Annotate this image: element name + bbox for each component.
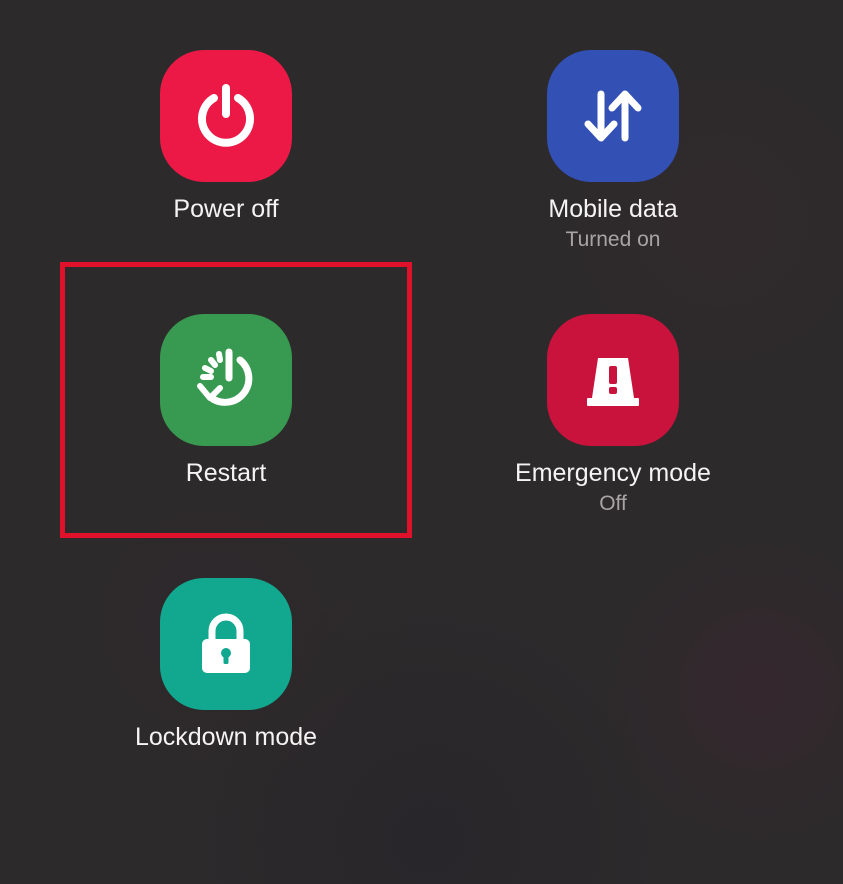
emergency-light-icon xyxy=(587,358,639,406)
lock-icon xyxy=(202,613,250,673)
emergency-mode-status: Off xyxy=(599,492,627,515)
restart-button[interactable] xyxy=(160,314,292,446)
emergency-mode-button[interactable] xyxy=(547,314,679,446)
power-icon xyxy=(198,84,254,147)
emergency-mode-option[interactable]: Emergency mode Off xyxy=(483,314,743,516)
mobile-data-status: Turned on xyxy=(565,228,661,251)
power-off-label: Power off xyxy=(173,195,279,223)
restart-icon xyxy=(197,348,253,406)
restart-option[interactable]: Restart xyxy=(96,314,356,488)
restart-label: Restart xyxy=(185,459,267,487)
lockdown-mode-option[interactable]: Lockdown mode xyxy=(96,578,356,752)
power-off-button[interactable] xyxy=(160,50,292,182)
power-off-option[interactable]: Power off xyxy=(96,50,356,224)
mobile-data-button[interactable] xyxy=(547,50,679,182)
emergency-mode-label: Emergency mode xyxy=(515,459,711,487)
lockdown-mode-button[interactable] xyxy=(160,578,292,710)
mobile-data-label: Mobile data xyxy=(548,195,678,223)
data-arrows-icon xyxy=(584,90,642,142)
mobile-data-option[interactable]: Mobile data Turned on xyxy=(483,50,743,252)
lockdown-mode-label: Lockdown mode xyxy=(134,723,318,751)
